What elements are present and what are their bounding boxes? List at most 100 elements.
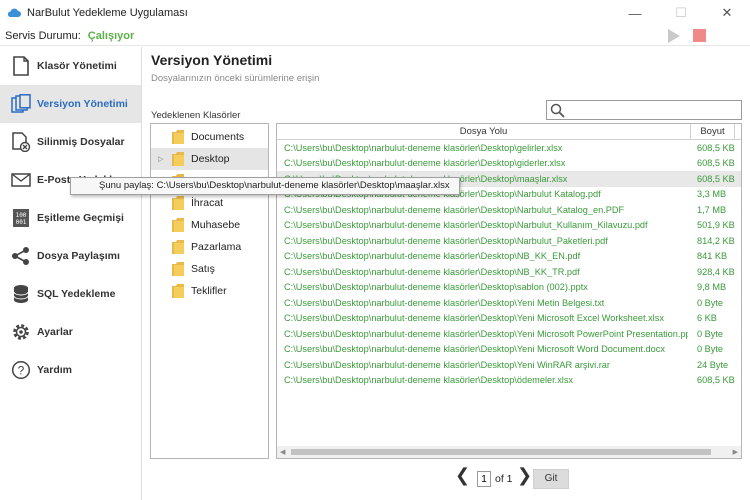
tree-item-ihracat[interactable]: İhracat xyxy=(151,192,268,214)
sidebar-item-version-management[interactable]: Versiyon Yönetimi xyxy=(0,85,141,123)
start-service-button[interactable] xyxy=(668,29,680,43)
gear-icon xyxy=(10,321,32,343)
sidebar-item-file-sharing[interactable]: Dosya Paylaşımı xyxy=(0,237,141,275)
file-size-cell: 928,4 KB xyxy=(697,266,735,277)
table-row[interactable]: C:\Users\bu\Desktop\narbulut-deneme klas… xyxy=(277,218,741,234)
table-row[interactable]: C:\Users\bu\Desktop\narbulut-deneme klas… xyxy=(277,249,741,265)
folder-icon xyxy=(171,283,185,299)
file-path-cell: C:\Users\bu\Desktop\narbulut-deneme klas… xyxy=(284,220,648,231)
search-input[interactable] xyxy=(569,102,739,118)
title-bar: NarBulut Yedekleme Uygulaması — ☐ ✕ xyxy=(0,0,750,26)
table-row[interactable]: C:\Users\bu\Desktop\narbulut-deneme klas… xyxy=(277,373,741,389)
tree-item-label: Muhasebe xyxy=(191,219,241,231)
sidebar-item-deleted-files[interactable]: Silinmiş Dosyalar xyxy=(0,123,141,161)
file-size-cell: 24 Byte xyxy=(697,359,729,370)
page-title: Versiyon Yönetimi xyxy=(151,52,273,68)
table-row[interactable]: C:\Users\bu\Desktop\narbulut-deneme klas… xyxy=(277,202,741,218)
expand-arrow-icon[interactable]: ▷ xyxy=(158,155,167,163)
table-row[interactable]: C:\Users\bu\Desktop\narbulut-deneme klas… xyxy=(277,264,741,280)
document-icon xyxy=(10,55,32,77)
file-path-cell: C:\Users\bu\Desktop\narbulut-deneme klas… xyxy=(284,313,664,324)
table-header: Dosya Yolu Boyut xyxy=(277,124,741,140)
service-status-bar: Servis Durumu: Çalışıyor xyxy=(0,26,750,46)
deleted-file-icon xyxy=(10,131,32,153)
file-path-cell: C:\Users\bu\Desktop\narbulut-deneme klas… xyxy=(284,328,688,339)
prev-page-button[interactable]: ❮ xyxy=(455,465,470,486)
stop-service-button[interactable] xyxy=(693,29,706,42)
database-icon xyxy=(10,283,32,305)
scroll-left-icon[interactable]: ◀ xyxy=(280,448,285,456)
folder-tree[interactable]: Documents ▷ Desktop İhracat Muhasebe Paz… xyxy=(150,123,269,459)
folder-icon xyxy=(171,217,185,233)
sidebar: Klasör Yönetimi Versiyon Yönetimi Silinm… xyxy=(0,47,142,500)
binary-icon: 100 001 xyxy=(10,207,32,229)
table-row[interactable]: C:\Users\bu\Desktop\narbulut-deneme klas… xyxy=(277,342,741,358)
sidebar-item-label: Yardım xyxy=(37,364,73,376)
tree-item-pazarlama[interactable]: Pazarlama xyxy=(151,236,268,258)
table-row[interactable]: C:\Users\bu\Desktop\narbulut-deneme klas… xyxy=(277,233,741,249)
file-size-cell: 0 Byte xyxy=(697,328,724,339)
tree-item-muhasebe[interactable]: Muhasebe xyxy=(151,214,268,236)
sidebar-item-label: Dosya Paylaşımı xyxy=(37,250,120,262)
tree-item-teklifler[interactable]: Teklifler xyxy=(151,280,268,302)
table-row[interactable]: C:\Users\bu\Desktop\narbulut-deneme klas… xyxy=(277,295,741,311)
table-row[interactable]: C:\Users\bu\Desktop\narbulut-deneme klas… xyxy=(277,357,741,373)
sidebar-item-label: Klasör Yönetimi xyxy=(37,60,117,72)
search-box[interactable] xyxy=(546,100,742,120)
maximize-button[interactable]: ☐ xyxy=(658,0,704,26)
backed-up-folders-label: Yedeklenen Klasörler xyxy=(151,110,241,121)
file-size-cell: 0 Byte xyxy=(697,344,724,355)
file-path-cell: C:\Users\bu\Desktop\narbulut-deneme klas… xyxy=(284,251,581,262)
sidebar-item-sync-history[interactable]: 100 001 Eşitleme Geçmişi xyxy=(0,199,141,237)
sidebar-item-label: Versiyon Yönetimi xyxy=(37,98,128,110)
file-path-cell: C:\Users\bu\Desktop\narbulut-deneme klas… xyxy=(284,158,566,169)
file-path-cell: C:\Users\bu\Desktop\narbulut-deneme klas… xyxy=(284,142,563,153)
table-row[interactable]: C:\Users\bu\Desktop\narbulut-deneme klas… xyxy=(277,326,741,342)
file-size-cell: 1,7 MB xyxy=(697,204,727,215)
sidebar-item-help[interactable]: ? Yardım xyxy=(0,351,141,389)
page-subtitle: Dosyalarınızın önceki sürümlerine erişin xyxy=(151,73,320,84)
file-path-cell: C:\Users\bu\Desktop\narbulut-deneme klas… xyxy=(284,266,580,277)
search-icon xyxy=(550,103,565,118)
cloud-icon xyxy=(7,8,21,17)
scrollbar-thumb[interactable] xyxy=(291,449,711,455)
scroll-right-icon[interactable]: ▶ xyxy=(733,448,738,456)
go-button[interactable]: Git xyxy=(533,469,569,489)
table-row[interactable]: C:\Users\bu\Desktop\narbulut-deneme klas… xyxy=(277,140,741,156)
sidebar-item-settings[interactable]: Ayarlar xyxy=(0,313,141,351)
file-size-cell: 608,5 KB xyxy=(697,158,735,169)
tree-item-label: Desktop xyxy=(191,153,230,165)
close-button[interactable]: ✕ xyxy=(704,0,750,26)
column-header-size[interactable]: Boyut xyxy=(691,124,735,140)
sidebar-item-label: Eşitleme Geçmişi xyxy=(37,212,124,224)
svg-text:001: 001 xyxy=(16,219,27,226)
copies-icon xyxy=(10,93,32,115)
tree-item-satis[interactable]: Satış xyxy=(151,258,268,280)
tree-item-label: Teklifler xyxy=(191,285,227,297)
tree-item-label: Satış xyxy=(191,263,215,275)
tree-item-documents[interactable]: Documents xyxy=(151,126,268,148)
file-path-cell: C:\Users\bu\Desktop\narbulut-deneme klas… xyxy=(284,359,610,370)
column-header-path[interactable]: Dosya Yolu xyxy=(277,124,691,140)
file-path-cell: C:\Users\bu\Desktop\narbulut-deneme klas… xyxy=(284,204,625,215)
folder-icon xyxy=(171,151,185,167)
page-number-input[interactable] xyxy=(477,471,491,487)
file-path-cell: C:\Users\bu\Desktop\narbulut-deneme klas… xyxy=(284,297,605,308)
file-size-cell: 0 Byte xyxy=(697,297,724,308)
service-status-label: Servis Durumu: xyxy=(5,29,81,42)
sidebar-item-label: Silinmiş Dosyalar xyxy=(37,136,125,148)
table-row[interactable]: C:\Users\bu\Desktop\narbulut-deneme klas… xyxy=(277,156,741,172)
sidebar-item-sql-backup[interactable]: SQL Yedekleme xyxy=(0,275,141,313)
next-page-button[interactable]: ❯ xyxy=(517,465,532,486)
minimize-button[interactable]: — xyxy=(612,0,658,26)
table-row[interactable]: C:\Users\bu\Desktop\narbulut-deneme klas… xyxy=(277,311,741,327)
tree-item-label: İhracat xyxy=(191,197,224,209)
folder-icon xyxy=(171,195,185,211)
sidebar-item-folder-management[interactable]: Klasör Yönetimi xyxy=(0,47,141,85)
svg-text:100: 100 xyxy=(16,212,27,219)
service-status-value: Çalışıyor xyxy=(87,29,135,42)
tree-item-desktop[interactable]: ▷ Desktop xyxy=(151,148,268,170)
horizontal-scrollbar[interactable]: ◀ ▶ xyxy=(277,446,741,458)
table-row[interactable]: C:\Users\bu\Desktop\narbulut-deneme klas… xyxy=(277,280,741,296)
page-count-label: of 1 xyxy=(495,473,513,485)
